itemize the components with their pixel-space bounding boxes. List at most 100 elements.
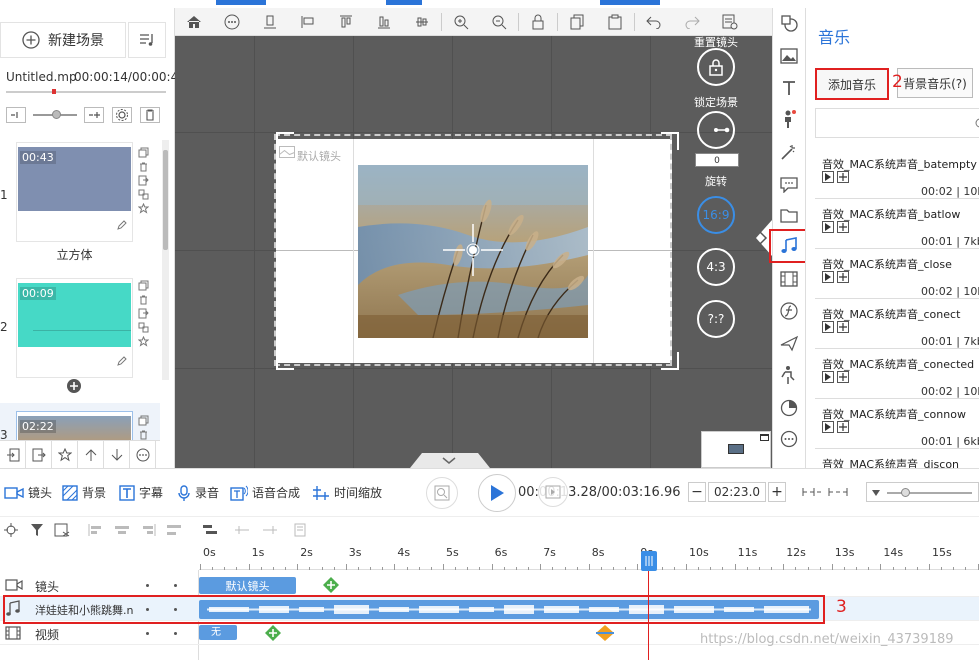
align-top-icon[interactable] <box>327 8 365 36</box>
music-item[interactable]: 音效_MAC系统声音_discon <box>815 450 979 468</box>
background-music-button[interactable]: 背景音乐(?) <box>897 68 973 98</box>
tts-tool-button[interactable]: 语音合成 <box>230 484 300 501</box>
music-item[interactable]: 音效_MAC系统声音_batempty 00:02 | 10kb <box>815 150 979 199</box>
add-to-timeline-icon[interactable] <box>837 421 849 433</box>
redo-icon[interactable] <box>673 8 711 36</box>
background-tool-button[interactable]: 背景 <box>62 484 106 501</box>
paste-icon[interactable] <box>596 8 634 36</box>
add-keyframe-icon[interactable] <box>264 624 282 642</box>
settings-gear-icon[interactable] <box>112 107 132 123</box>
timeline-zoom-value[interactable]: 02:23.0 <box>708 482 766 502</box>
rotate-input[interactable]: 0 <box>695 153 739 167</box>
music-item[interactable]: 音效_MAC系统声音_close 00:02 | 10kb <box>815 250 979 299</box>
more-options-icon[interactable] <box>213 8 251 36</box>
delete-icon[interactable] <box>138 294 149 305</box>
person-effect-icon[interactable] <box>779 365 799 385</box>
play-preview-icon[interactable] <box>822 371 834 383</box>
lock-icon[interactable] <box>519 8 557 36</box>
timeline-ruler[interactable]: 0s1s2s3s4s5s6s7s8s9s10s11s12s13s14s15s16 <box>199 542 979 570</box>
rotate-dial[interactable] <box>697 111 735 149</box>
import-icon[interactable] <box>0 440 26 469</box>
scene-card[interactable]: 00:43 <box>16 142 133 242</box>
zoom-out-magnifier-icon[interactable] <box>480 8 518 36</box>
music-item[interactable]: 音效_MAC系统声音_connow 00:01 | 6kb <box>815 400 979 449</box>
add-music-button[interactable]: 添加音乐 <box>815 68 889 100</box>
duplicate-icon[interactable] <box>138 322 149 333</box>
move-up-icon[interactable] <box>78 440 104 469</box>
zoom-in-icon[interactable] <box>84 107 104 123</box>
airplane-icon[interactable] <box>779 333 799 353</box>
align-bottom-icon[interactable] <box>251 8 289 36</box>
search-icon[interactable] <box>975 118 979 130</box>
timeline-fit-icon[interactable] <box>802 486 850 498</box>
move-down-icon[interactable] <box>104 440 130 469</box>
align-left-icon[interactable] <box>289 8 327 36</box>
zoom-out-icon[interactable] <box>6 107 26 123</box>
add-to-timeline-icon[interactable] <box>837 221 849 233</box>
play-preview-icon[interactable] <box>822 321 834 333</box>
shapes-icon[interactable] <box>779 13 799 33</box>
character-icon[interactable] <box>779 109 799 129</box>
music-search-input[interactable] <box>815 108 979 138</box>
maximize-icon[interactable] <box>760 434 769 441</box>
play-preview-icon[interactable] <box>822 221 834 233</box>
ratio-16-9-button[interactable]: 16:9 <box>697 196 735 234</box>
play-preview-icon[interactable] <box>822 171 834 183</box>
add-to-timeline-icon[interactable] <box>837 271 849 283</box>
properties-icon[interactable] <box>711 8 749 36</box>
filter-icon[interactable] <box>30 523 44 537</box>
pie-chart-icon[interactable] <box>779 398 799 418</box>
next-frame-button[interactable] <box>538 477 568 507</box>
more-elements-icon[interactable] <box>779 429 799 449</box>
clear-filter-icon[interactable] <box>54 523 70 537</box>
play-button[interactable] <box>478 474 516 512</box>
align-middle-icon[interactable] <box>365 8 403 36</box>
time-scale-tool-button[interactable]: 时间缩放 <box>312 484 382 501</box>
play-preview-icon[interactable] <box>822 421 834 433</box>
formula-icon[interactable] <box>779 301 799 321</box>
timeline-zoom-plus[interactable]: + <box>768 482 786 502</box>
timeline-scale-slider[interactable] <box>866 482 979 502</box>
subtitle-tool-button[interactable]: 字幕 <box>119 484 163 501</box>
crosshair-icon[interactable] <box>4 523 18 537</box>
ratio-4-3-button[interactable]: 4:3 <box>697 248 735 286</box>
add-to-timeline-icon[interactable] <box>837 321 849 333</box>
keyframe-marker-icon[interactable] <box>594 624 616 642</box>
star-icon[interactable] <box>138 336 149 347</box>
scene-card[interactable]: 00:09 <box>16 278 133 378</box>
speech-bubble-icon[interactable] <box>779 175 799 195</box>
home-icon[interactable] <box>175 8 213 36</box>
reset-camera-button[interactable] <box>697 48 735 86</box>
delete-icon[interactable] <box>138 429 149 440</box>
scene-list-menu-button[interactable] <box>128 22 166 58</box>
mini-preview[interactable] <box>701 431 771 468</box>
image-icon[interactable] <box>779 46 799 66</box>
preview-zoom-button[interactable] <box>426 477 458 509</box>
more-icon[interactable] <box>130 440 156 469</box>
add-to-timeline-icon[interactable] <box>837 171 849 183</box>
favorite-star-icon[interactable] <box>52 440 78 469</box>
duplicate-icon[interactable] <box>138 189 149 200</box>
file-progress-marker[interactable] <box>52 89 56 94</box>
edit-pencil-icon[interactable] <box>116 219 128 231</box>
undo-icon[interactable] <box>635 8 673 36</box>
center-crosshair-icon[interactable] <box>443 224 503 276</box>
music-item[interactable]: 音效_MAC系统声音_conect 00:01 | 7kb <box>815 300 979 349</box>
copy-icon[interactable] <box>138 147 149 158</box>
export-icon[interactable] <box>138 308 149 319</box>
playhead-handle[interactable] <box>641 551 657 571</box>
add-to-timeline-icon[interactable] <box>837 371 849 383</box>
add-scene-icon[interactable] <box>66 378 82 394</box>
text-icon[interactable] <box>779 78 799 98</box>
export-icon[interactable] <box>138 175 149 186</box>
scene-zoom-thumb[interactable] <box>52 110 61 119</box>
trash-icon[interactable] <box>140 107 160 123</box>
editor-canvas[interactable]: 默认镜头 重置镜头 锁定场景 0 旋转 16:9 4:3 ?:? <box>175 36 772 468</box>
ratio-custom-button[interactable]: ?:? <box>697 300 735 338</box>
new-scene-button[interactable]: 新建场景 <box>0 22 126 58</box>
copy-icon[interactable] <box>138 415 149 426</box>
slider-track[interactable] <box>887 492 972 494</box>
edit-pencil-icon[interactable] <box>116 355 128 367</box>
music-item[interactable]: 音效_MAC系统声音_conected 00:02 | 10kb <box>815 350 979 399</box>
star-icon[interactable] <box>138 203 149 214</box>
